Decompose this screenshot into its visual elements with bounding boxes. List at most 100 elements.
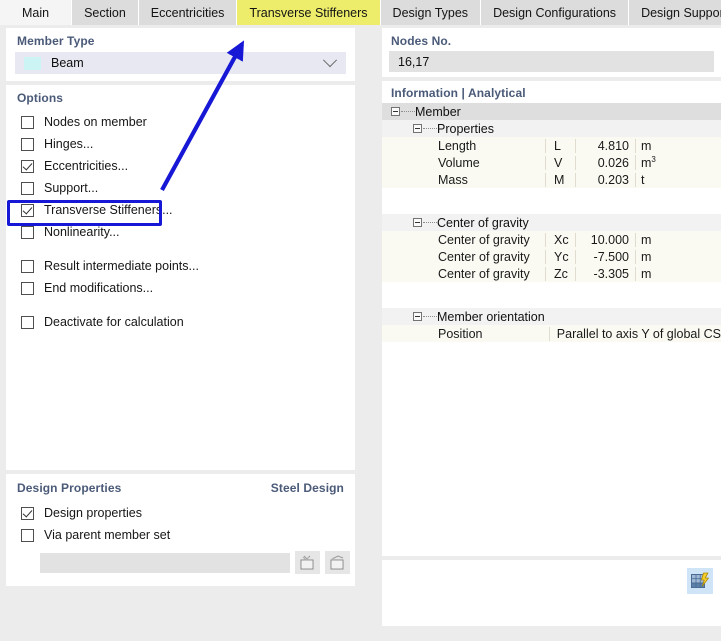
tree-symbol: Xc: [545, 232, 575, 247]
tree-row-volume[interactable]: Volume V 0.026 m3: [382, 154, 721, 171]
tree-connector: [423, 221, 437, 224]
information-tree-empty-area: [382, 353, 721, 556]
member-type-dropdown[interactable]: Beam: [15, 52, 346, 74]
option-nodes-on-member[interactable]: Nodes on member: [18, 111, 348, 133]
checkbox[interactable]: [21, 281, 34, 295]
checkbox[interactable]: [21, 159, 34, 173]
collapse-icon[interactable]: [391, 107, 400, 116]
tree-symbol: M: [545, 172, 575, 187]
tab-main[interactable]: Main: [0, 0, 73, 25]
tree-unit: m: [641, 138, 652, 153]
design-properties-list: Design properties Via parent member set: [18, 502, 348, 546]
tab-label: Design Configurations: [493, 5, 617, 20]
tree-label: Properties: [437, 121, 494, 136]
member-type-group: Member Type Beam: [6, 28, 355, 81]
member-type-value: Beam: [51, 56, 84, 70]
tree-row-cog-y[interactable]: Center of gravity Yc -7.500 m: [382, 248, 721, 265]
tree-connector: [401, 110, 415, 113]
member-type-label: Member Type: [17, 34, 95, 48]
tree-label: Position: [438, 326, 483, 341]
tree-value: 0.203: [575, 172, 635, 187]
chevron-down-icon[interactable]: [322, 53, 338, 68]
tree-value: 0.026: [575, 155, 635, 170]
checkbox[interactable]: [21, 315, 34, 329]
tree-row-cog-z[interactable]: Center of gravity Zc -3.305 m: [382, 265, 721, 282]
checkbox[interactable]: [21, 225, 34, 239]
tree-spacer: [382, 188, 721, 201]
parent-member-set-input[interactable]: [40, 552, 290, 573]
tree-symbol: V: [545, 155, 575, 170]
tab-label: Transverse Stiffeners: [249, 5, 368, 20]
option-label: Eccentricities...: [44, 159, 129, 173]
tree-value: 10.000: [575, 232, 635, 247]
tree-value: 4.810: [575, 138, 635, 153]
option-design-properties[interactable]: Design properties: [18, 502, 348, 524]
checkbox[interactable]: [21, 203, 34, 217]
tab-eccentricities[interactable]: Eccentricities: [138, 0, 238, 25]
tree-row-cog-x[interactable]: Center of gravity Xc 10.000 m: [382, 231, 721, 248]
collapse-icon[interactable]: [413, 312, 422, 321]
option-via-parent-member-set[interactable]: Via parent member set: [18, 524, 348, 546]
tab-design-types[interactable]: Design Types: [380, 0, 482, 25]
tree-label: Center of gravity: [438, 249, 530, 264]
option-nonlinearity[interactable]: Nonlinearity...: [18, 221, 348, 243]
tree-unit: m: [641, 232, 652, 247]
option-end-modifications[interactable]: End modifications...: [18, 277, 348, 299]
tree-row-member[interactable]: Member: [382, 103, 721, 120]
checkbox[interactable]: [21, 259, 34, 273]
tree-symbol: Zc: [545, 266, 575, 281]
tree-symbol: L: [545, 138, 575, 153]
checkbox[interactable]: [21, 528, 34, 542]
checkbox[interactable]: [21, 115, 34, 129]
options-list: Nodes on member Hinges... Eccentricities…: [18, 111, 348, 333]
tree-row-center-of-gravity-group[interactable]: Center of gravity: [382, 214, 721, 231]
option-result-intermediate-points[interactable]: Result intermediate points...: [18, 255, 348, 277]
table-with-lightning-button[interactable]: [687, 568, 713, 594]
tab-design-configurations[interactable]: Design Configurations: [481, 0, 630, 25]
left-pane: Member Type Beam Options Nodes on member…: [0, 25, 360, 629]
tree-connector: [423, 127, 437, 130]
tab-section[interactable]: Section: [72, 0, 139, 25]
tree-row-length[interactable]: Length L 4.810 m: [382, 137, 721, 154]
table-with-lightning-icon: [691, 572, 709, 588]
tree-spacer: [382, 282, 721, 295]
tree-unit: m: [641, 156, 652, 171]
collapse-icon[interactable]: [413, 218, 422, 227]
tab-label: Design Supports & Deflection: [641, 5, 721, 20]
tree-unit: t: [641, 172, 645, 187]
tab-transverse-stiffeners[interactable]: Transverse Stiffeners: [237, 0, 381, 25]
tree-row-mass[interactable]: Mass M 0.203 t: [382, 171, 721, 188]
tree-row-position[interactable]: Position Parallel to axis Y of global CS: [382, 325, 721, 342]
option-eccentricities[interactable]: Eccentricities...: [18, 155, 348, 177]
tab-design-supports-deflection[interactable]: Design Supports & Deflection: [629, 0, 721, 25]
tree-row-properties[interactable]: Properties: [382, 120, 721, 137]
tree-spacer: [382, 295, 721, 308]
nodes-no-value[interactable]: 16,17: [389, 51, 714, 72]
nodes-no-label: Nodes No.: [391, 34, 452, 48]
tab-label: Design Types: [392, 5, 469, 20]
option-hinges[interactable]: Hinges...: [18, 133, 348, 155]
option-support[interactable]: Support...: [18, 177, 348, 199]
steel-design-label: Steel Design: [270, 481, 344, 495]
option-label: Design properties: [44, 506, 142, 520]
option-label: Result intermediate points...: [44, 259, 199, 273]
collapse-icon[interactable]: [413, 124, 422, 133]
checkbox[interactable]: [21, 137, 34, 151]
tree-label: Center of gravity: [438, 232, 530, 247]
new-member-set-button[interactable]: [295, 551, 320, 574]
tab-label: Main: [22, 5, 50, 20]
tree-label: Length: [438, 138, 477, 153]
checkbox[interactable]: [21, 181, 34, 195]
checkbox[interactable]: [21, 506, 34, 520]
tree-label: Volume: [438, 155, 480, 170]
edit-member-set-button[interactable]: [325, 551, 350, 574]
option-deactivate-for-calculation[interactable]: Deactivate for calculation: [18, 311, 348, 333]
tab-label: Section: [84, 5, 126, 20]
option-transverse-stiffeners[interactable]: Transverse Stiffeners...: [18, 199, 348, 221]
option-label: Via parent member set: [44, 528, 171, 542]
option-label: Hinges...: [44, 137, 94, 151]
tree-spacer: [382, 201, 721, 214]
tree-row-member-orientation-group[interactable]: Member orientation: [382, 308, 721, 325]
bottom-toolbar-card: [382, 560, 721, 626]
option-label: End modifications...: [44, 281, 154, 295]
